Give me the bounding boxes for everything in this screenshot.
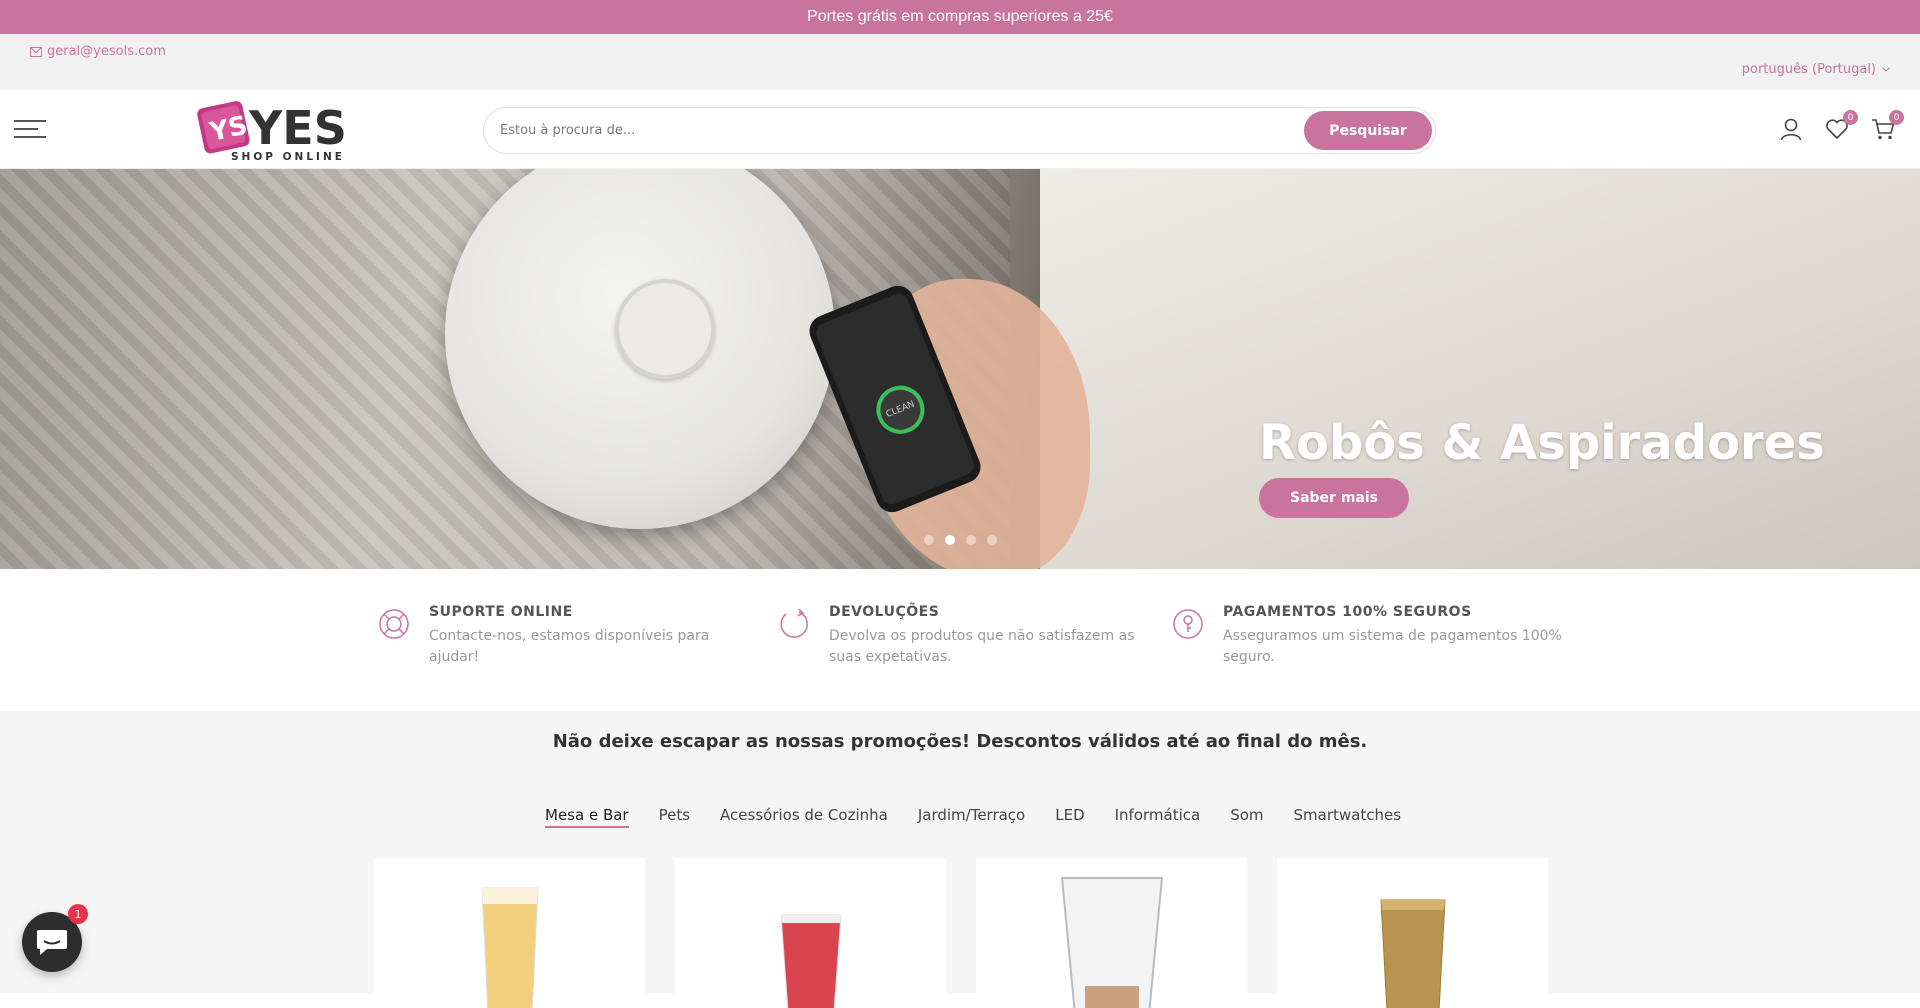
menu-icon[interactable] <box>14 120 46 140</box>
slider-dot[interactable] <box>987 535 997 545</box>
tab-smartwatches[interactable]: Smartwatches <box>1294 806 1402 828</box>
red-cup-image <box>779 914 842 1008</box>
header-icons: 0 0 <box>1778 110 1904 142</box>
clear-cup-image <box>1060 877 1163 1008</box>
product-grid <box>374 858 1548 1008</box>
tab-mesa-e-bar[interactable]: Mesa e Bar <box>545 806 629 828</box>
hero-couch-background <box>1040 169 1920 569</box>
site-header: YS YES SHOP ONLINE Pesquisar 0 0 <box>0 90 1920 169</box>
features-section: SUPORTE ONLINE Contacte-nos, estamos dis… <box>0 569 1920 711</box>
category-tabs: Mesa e Bar Pets Acessórios de Cozinha Ja… <box>545 806 1401 828</box>
secure-payment-icon <box>1173 609 1203 639</box>
slider-dot-active[interactable] <box>945 535 955 545</box>
chat-badge: 1 <box>68 904 88 924</box>
feature-text: Asseguramos um sistema de pagamentos 100… <box>1223 628 1562 665</box>
promotions-section: Não deixe escapar as nossas promoções! D… <box>0 711 1920 1008</box>
announcement-bar: Portes grátis em compras superiores a 25… <box>0 0 1920 34</box>
chat-icon <box>37 930 67 955</box>
feature-returns: DEVOLUÇÕES Devolva os produtos que não s… <box>777 604 1157 668</box>
promo-heading: Não deixe escapar as nossas promoções! D… <box>552 731 1368 752</box>
tab-jardim-terraco[interactable]: Jardim/Terraço <box>918 806 1025 828</box>
phone-clean-button: CLEAN <box>869 378 932 441</box>
hero-banner: CLEAN Robôs & Aspiradores Saber mais <box>0 169 1920 569</box>
slider-dot[interactable] <box>966 535 976 545</box>
tab-led[interactable]: LED <box>1055 806 1084 828</box>
wishlist-count: 0 <box>1843 110 1858 125</box>
feature-title: PAGAMENTOS 100% SEGUROS <box>1223 604 1472 620</box>
email-text: geral@yesols.com <box>47 44 166 59</box>
slider-dot[interactable] <box>924 535 934 545</box>
product-card[interactable] <box>976 858 1247 1008</box>
feature-payments: PAGAMENTOS 100% SEGUROS Asseguramos um s… <box>1171 604 1571 668</box>
site-logo[interactable]: YS YES SHOP ONLINE <box>195 96 350 164</box>
gold-cup-image <box>1379 899 1446 1008</box>
hero-title: Robôs & Aspiradores <box>1259 415 1825 471</box>
feature-text: Contacte-nos, estamos disponíveis para a… <box>429 628 710 665</box>
account-icon[interactable] <box>1778 116 1804 142</box>
tab-som[interactable]: Som <box>1230 806 1263 828</box>
cart-icon[interactable]: 0 <box>1870 110 1904 142</box>
mail-icon <box>30 46 42 57</box>
info-bar: geral@yesols.com português (Portugal) <box>0 34 1920 90</box>
slider-dots <box>924 535 997 545</box>
product-card[interactable] <box>1277 858 1548 1008</box>
tab-acessorios-cozinha[interactable]: Acessórios de Cozinha <box>720 806 888 828</box>
feature-text: Devolva os produtos que não satisfazem a… <box>829 628 1135 665</box>
feature-title: DEVOLUÇÕES <box>829 604 940 620</box>
product-card[interactable] <box>675 858 946 1008</box>
return-icon <box>780 608 808 638</box>
lifebuoy-icon <box>379 609 409 639</box>
champagne-glass-image <box>480 887 539 1008</box>
announcement-text: Portes grátis em compras superiores a 25… <box>807 8 1113 25</box>
email-link[interactable]: geral@yesols.com <box>30 44 166 59</box>
hero-cta-button[interactable]: Saber mais <box>1259 478 1409 518</box>
product-card[interactable] <box>374 858 645 1008</box>
wishlist-icon[interactable]: 0 <box>1824 110 1858 142</box>
chat-widget-button[interactable]: 1 <box>22 904 88 972</box>
language-selector[interactable]: português (Portugal) <box>1742 62 1890 77</box>
search-bar: Pesquisar <box>483 107 1436 154</box>
search-input[interactable] <box>500 123 1304 138</box>
search-button[interactable]: Pesquisar <box>1304 111 1432 150</box>
logo-text: YES <box>248 101 347 155</box>
language-label: português (Portugal) <box>1741 62 1876 77</box>
logo-subtext: SHOP ONLINE <box>231 151 345 163</box>
chevron-down-icon <box>1882 67 1890 72</box>
feature-title: SUPORTE ONLINE <box>429 604 573 620</box>
cart-count: 0 <box>1889 110 1904 125</box>
feature-support: SUPORTE ONLINE Contacte-nos, estamos dis… <box>377 604 757 668</box>
tab-pets[interactable]: Pets <box>659 806 690 828</box>
tab-informatica[interactable]: Informática <box>1115 806 1201 828</box>
